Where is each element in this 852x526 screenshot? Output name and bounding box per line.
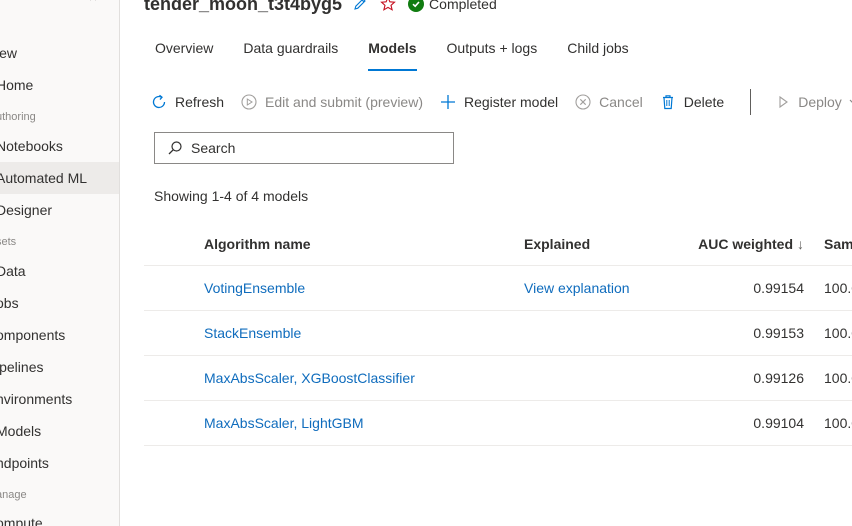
command-bar: Refresh Edit and submit (preview) Regist… — [150, 89, 852, 115]
algorithm-link[interactable]: MaxAbsScaler, LightGBM — [204, 415, 364, 431]
trash-icon — [662, 95, 673, 110]
column-header-algorithm[interactable]: Algorithm name — [204, 236, 311, 252]
chevron-icon[interactable] — [88, 0, 98, 4]
column-header-sampling[interactable]: Samp — [824, 236, 852, 252]
plus-icon — [440, 95, 455, 109]
deploy-label: Deploy — [798, 94, 842, 110]
sampling-value: 100.0 — [824, 325, 852, 341]
tab-data-guardrails[interactable]: Data guardrails — [243, 40, 338, 71]
tab-overview[interactable]: Overview — [155, 40, 213, 71]
table-row[interactable]: VotingEnsemble View explanation 0.99154 … — [144, 266, 852, 311]
tab-child-jobs[interactable]: Child jobs — [567, 40, 628, 71]
algorithm-link[interactable]: MaxAbsScaler, XGBoostClassifier — [204, 370, 415, 386]
edit-and-submit-button[interactable]: Edit and submit (preview) — [240, 93, 423, 111]
auc-header-label: AUC weighted — [698, 235, 793, 252]
sidebar-item-pipelines[interactable]: ipelines — [0, 351, 119, 383]
edit-and-submit-label: Edit and submit (preview) — [265, 94, 423, 110]
sidebar-item-new[interactable]: lew — [0, 37, 119, 69]
sidebar-item-designer[interactable]: Designer — [0, 194, 119, 226]
cancel-button[interactable]: Cancel — [574, 93, 643, 111]
table-row[interactable]: MaxAbsScaler, LightGBM 0.99104 100.0 — [144, 401, 852, 446]
table-header: Algorithm name Explained AUC weighted ↓ S… — [144, 222, 852, 266]
sidebar-item-components[interactable]: omponents — [0, 319, 119, 351]
tab-bar: Overview Data guardrails Models Outputs … — [155, 40, 659, 71]
sidebar-item-jobs[interactable]: obs — [0, 287, 119, 319]
models-table: Algorithm name Explained AUC weighted ↓ S… — [144, 222, 852, 446]
sidebar-item-home[interactable]: Home — [0, 69, 119, 101]
deploy-button[interactable]: Deploy — [775, 94, 852, 110]
left-navigation: lew Home uthoring Notebooks Automated ML… — [0, 0, 120, 526]
auc-value: 0.99154 — [753, 280, 804, 296]
view-explanation-link[interactable]: View explanation — [524, 280, 630, 296]
algorithm-link[interactable]: VotingEnsemble — [204, 280, 305, 296]
delete-label: Delete — [683, 94, 725, 110]
edit-pencil-icon[interactable] — [352, 0, 368, 12]
sidebar-item-models[interactable]: Models — [0, 415, 119, 447]
register-model-button[interactable]: Register model — [439, 93, 558, 111]
auc-value: 0.99126 — [753, 370, 804, 386]
sidebar-section-manage: anage — [0, 489, 27, 501]
table-row[interactable]: StackEnsemble 0.99153 100.0 — [144, 311, 852, 356]
search-icon — [168, 141, 182, 155]
sampling-value: 100.0 — [824, 370, 852, 386]
column-header-auc-weighted[interactable]: AUC weighted ↓ — [684, 236, 804, 252]
sidebar-item-compute[interactable]: ompute — [0, 507, 119, 526]
refresh-button[interactable]: Refresh — [150, 93, 224, 111]
auc-value: 0.99153 — [753, 325, 804, 341]
algorithm-link[interactable]: StackEnsemble — [204, 325, 301, 341]
toolbar-divider — [750, 89, 752, 115]
status-label: Completed — [429, 0, 497, 12]
sidebar-item-endpoints[interactable]: ndpoints — [0, 447, 119, 479]
column-header-explained[interactable]: Explained — [524, 236, 590, 252]
sidebar-section-authoring: uthoring — [0, 111, 36, 123]
cancel-circle-icon — [575, 94, 591, 110]
tab-outputs-logs[interactable]: Outputs + logs — [447, 40, 538, 71]
chevron-down-icon — [849, 99, 852, 104]
sidebar-item-automated-ml[interactable]: Automated ML — [0, 162, 119, 194]
delete-button[interactable]: Delete — [659, 93, 724, 111]
sidebar-section-assets: sets — [0, 236, 17, 248]
sidebar-item-data[interactable]: Data — [0, 255, 119, 287]
refresh-icon — [152, 94, 166, 109]
result-count: Showing 1-4 of 4 models — [154, 188, 309, 204]
register-model-label: Register model — [463, 94, 559, 110]
sort-down-arrow-icon: ↓ — [797, 235, 804, 252]
sidebar-item-environments[interactable]: nvironments — [0, 383, 119, 415]
sidebar-item-notebooks[interactable]: Notebooks — [0, 130, 119, 162]
search-box[interactable] — [154, 132, 454, 164]
play-circle-icon — [241, 94, 257, 110]
auc-value: 0.99104 — [753, 415, 804, 431]
tab-models[interactable]: Models — [368, 40, 417, 71]
status-badge: Completed — [408, 0, 497, 12]
star-icon[interactable] — [380, 0, 396, 12]
job-header: tender_moon_t3t4byg5 Completed — [144, 0, 497, 16]
page-title: tender_moon_t3t4byg5 — [144, 0, 343, 14]
check-circle-icon — [408, 0, 425, 12]
table-row[interactable]: MaxAbsScaler, XGBoostClassifier 0.99126 … — [144, 356, 852, 401]
sampling-value: 100.0 — [824, 280, 852, 296]
sampling-value: 100.0 — [824, 415, 852, 431]
cancel-label: Cancel — [599, 94, 643, 110]
search-input[interactable] — [191, 140, 441, 156]
refresh-label: Refresh — [175, 94, 225, 110]
deploy-play-icon — [779, 95, 789, 109]
